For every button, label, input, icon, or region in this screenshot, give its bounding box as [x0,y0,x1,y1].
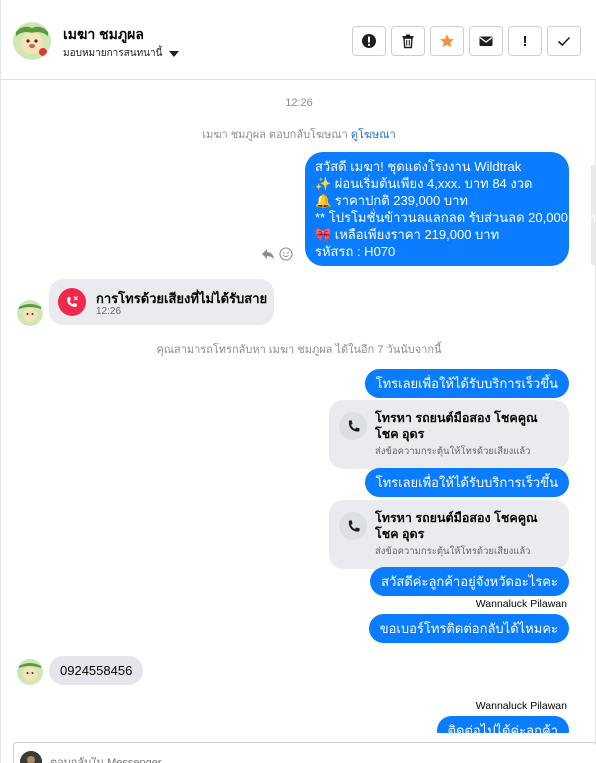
assign-label: มอบหมายการสนทนานี้ [63,48,163,59]
conversation-panel: เมฆา ชมภูผล มอบหมายการสนทนานี้ ! 12:26 เ… [0,0,596,763]
page-avatar [20,751,42,763]
contact-avatar-small[interactable] [17,659,43,685]
promo-line: 🎀 เหลือเพียงราคา 219,000 บาท [315,227,500,242]
report-button[interactable] [352,26,386,56]
outgoing-message: ติดต่อไปได้ค่ะลูกค้า [436,716,569,733]
missed-call-card: การโทรด้วยเสียงที่ไม่ได้รับสาย 12:26 [49,279,274,325]
alert-circle-icon [362,34,376,48]
check-icon [557,36,571,47]
missed-call-icon [58,288,86,316]
outgoing-message: ขอเบอร์โทรติดต่อกลับได้ไหมคะ [368,614,569,643]
done-button[interactable] [547,26,581,56]
call-prompt-message: โทรเลยเพื่อให้ได้รับบริการเร็วขึ้น [364,468,569,497]
outgoing-message: สวัสดีค่ะลูกค้าอยู่จังหวัดอะไรคะ [370,567,569,596]
message-actions [261,247,293,261]
conversation-toolbar: ! [352,26,581,56]
contact-name: เมฆา ชมภูผล [63,26,144,42]
promo-line: 🔔 ราคาปกติ 239,000 บาท [315,193,468,208]
sender-name: Wannaluck Pilawan [475,598,567,610]
sender-name: Wannaluck Pilawan [475,700,567,712]
call-prompt-message: โทรเลยเพื่อให้ได้รับบริการเร็วขึ้น [364,369,569,398]
call-request-card[interactable]: โทรหา รถยนต์มือสอง โชคคูณ โชค อุดร ส่งข้… [329,500,569,569]
star-icon [440,34,454,48]
reply-input[interactable] [50,757,550,763]
promo-line: รหัสรถ : H070 [315,244,396,259]
trash-icon [402,34,414,49]
conversation-header: เมฆา ชมภูผล มอบหมายการสนทนานี้ ! [1,0,596,80]
assign-conversation-dropdown[interactable]: มอบหมายการสนทนานี้ [63,46,180,61]
smiley-icon[interactable] [279,247,293,261]
promo-line: ✨ ผ่อนเริ่มต้นเพียง 4,xxx. บาท 84 งวด [315,176,533,191]
call-card-subtitle: ส่งข้อความกระตุ้นให้โทรด้วยเสียงแล้ว [375,446,531,457]
contact-avatar[interactable] [13,22,51,60]
ad-reply-notice: เมฆา ชมภูผล ตอบกลับโฆษณา ดูโฆษณา [1,125,596,143]
envelope-icon [479,36,493,46]
call-card-subtitle: ส่งข้อความกระตุ้นให้โทรด้วยเสียงแล้ว [375,546,531,557]
mark-unread-button[interactable] [469,26,503,56]
view-ad-link[interactable]: ดูโฆษณา [351,129,396,141]
timestamp: 12:26 [285,97,313,109]
callback-notice: คุณสามารถโทรกลับหา เมฆา ชมภูผล ได้ในอีก … [156,344,442,356]
caret-down-icon [169,50,180,57]
call-card-title: โทรหา รถยนต์มือสอง โชคคูณ โชค อุดร [375,411,538,441]
star-button[interactable] [430,26,464,56]
call-request-card[interactable]: โทรหา รถยนต์มือสอง โชคคูณ โชค อุดร ส่งข้… [329,400,569,469]
missed-call-title: การโทรด้วยเสียงที่ไม่ได้รับสาย [96,291,268,306]
contact-avatar-small[interactable] [17,300,43,326]
promo-message: สวัสดี เมฆา! ชุดแต่งโรงงาน Wildtrak ✨ ผ่… [305,152,596,266]
promo-line: สวัสดี เมฆา! ชุดแต่งโรงงาน Wildtrak [315,159,522,174]
promo-line: ** โปรโมชั่นข้าวนลแลกลด รับส่วนลด 20,000… [315,210,596,225]
follow-up-button[interactable]: ! [508,26,542,56]
message-thread[interactable]: 12:26 เมฆา ชมภูผล ตอบกลับโฆษณา ดูโฆษณา ส… [1,81,596,733]
incoming-message: 0924558456 [49,656,144,685]
delete-button[interactable] [391,26,425,56]
call-card-title: โทรหา รถยนต์มือสอง โชคคูณ โชค อุดร [375,511,538,541]
exclamation-icon: ! [522,32,528,50]
message-composer [13,742,596,763]
phone-icon [339,412,367,440]
missed-call-time: 12:26 [96,306,122,317]
ad-reply-text: เมฆา ชมภูผล ตอบกลับโฆษณา [202,129,348,141]
phone-icon [339,512,367,540]
reply-icon[interactable] [261,247,275,261]
